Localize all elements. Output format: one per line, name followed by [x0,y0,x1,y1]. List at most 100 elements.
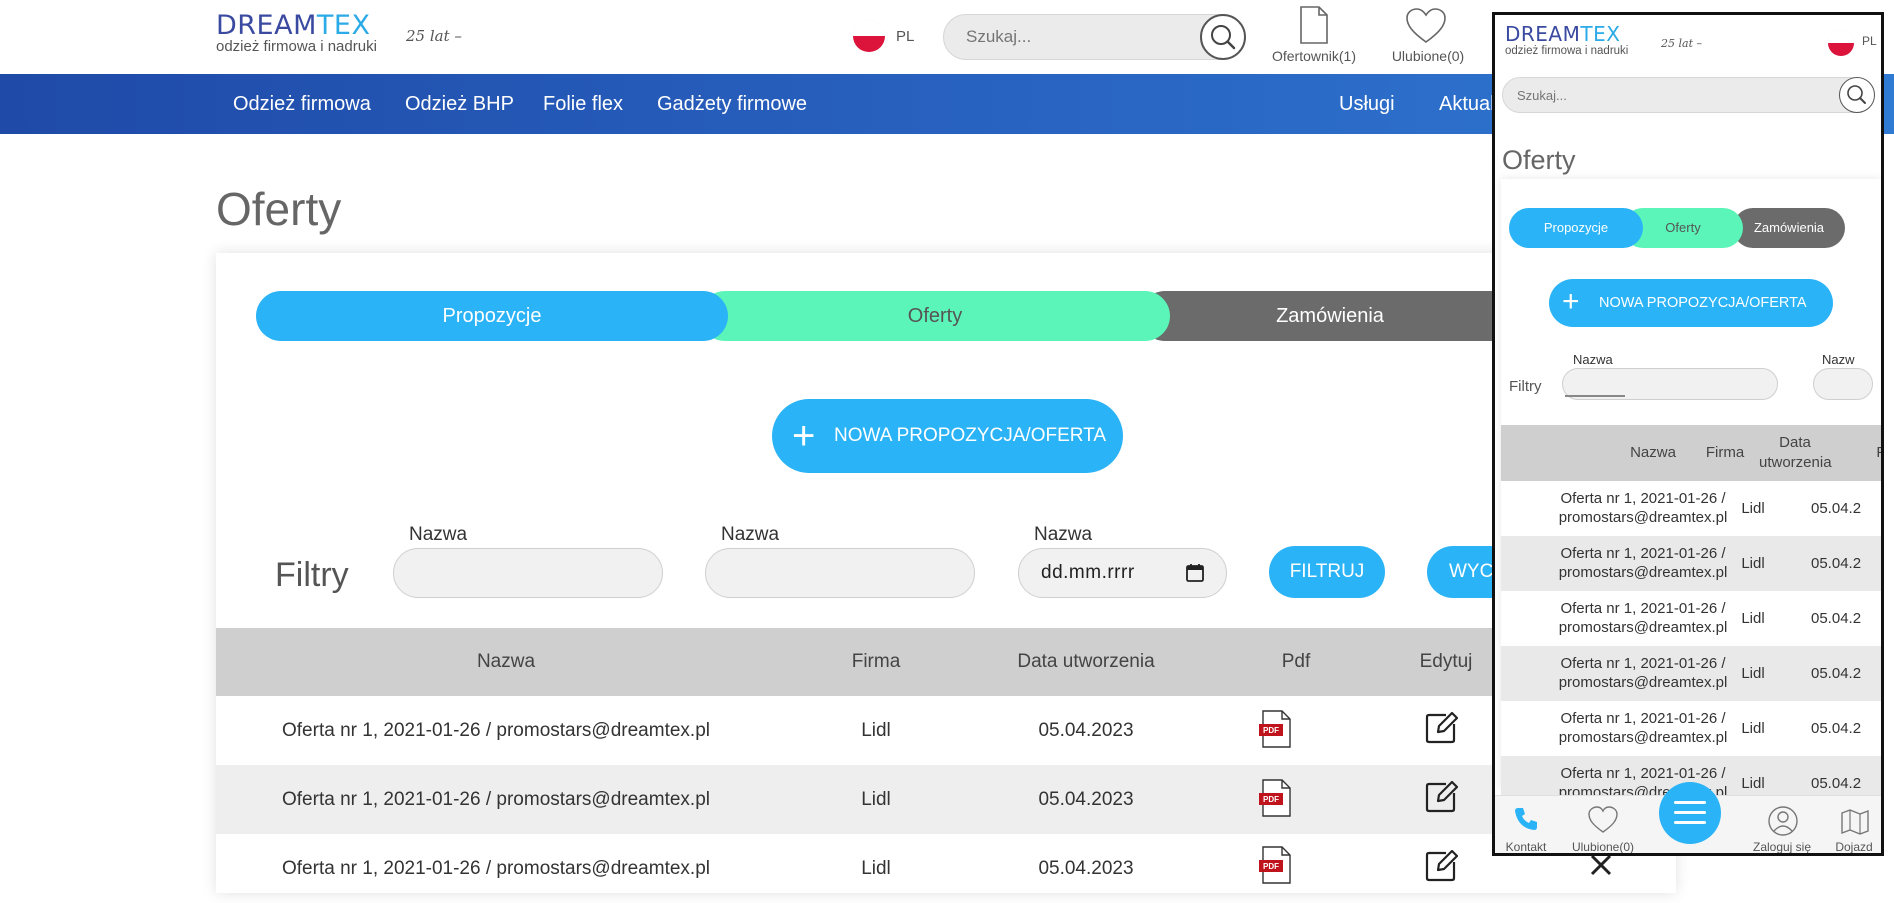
filter-button[interactable]: FILTRUJ [1269,546,1385,598]
col-header-name[interactable]: Nazwa [216,628,796,696]
mobile-row-company: Lidl [1741,775,1765,792]
logo-text-tex: TEX [316,10,371,41]
svg-text:PDF: PDF [1263,726,1279,735]
mobile-contact-link[interactable]: Kontakt [1499,800,1553,853]
tab-offers[interactable]: Oferty [700,291,1170,341]
flag-pl-icon[interactable] [853,20,885,52]
user-icon [1768,806,1798,836]
mobile-row-company: Lidl [1741,500,1765,517]
mobile-col-header-date[interactable]: Data utworzenia [1759,433,1832,473]
mobile-language-label[interactable]: PL [1862,34,1877,48]
svg-text:PDF: PDF [1263,795,1279,804]
mobile-search-box[interactable] [1502,77,1872,113]
mobile-login-label: Zaloguj się [1752,840,1812,854]
offer-list-link[interactable] [1295,4,1331,51]
calendar-icon[interactable] [1185,563,1205,583]
mobile-directions-link[interactable]: Dojazd [1827,800,1881,853]
mobile-col-header-pdf: F [1871,444,1881,461]
mobile-filter-second-input[interactable] [1813,368,1873,400]
mobile-favorites-label: Ulubione(0) [1571,840,1635,854]
nav-item-workwear[interactable]: Odzież firmowa [233,74,371,134]
filter-company-input[interactable] [705,548,975,598]
mobile-row-company: Lidl [1741,610,1765,627]
mobile-table-row: Oferta nr 1, 2021-01-26 / promostars@dre… [1501,701,1881,756]
logo-years: 25 lat – [406,27,462,45]
nav-item-services[interactable]: Usługi [1339,74,1395,134]
mobile-search-input[interactable] [1517,78,1871,112]
mobile-preview: DREAMTEX odzież firmowa i nadruki 25 lat… [1492,12,1884,856]
mobile-row-date: 05.04.2 [1811,555,1862,572]
tab-proposals[interactable]: Propozycje [256,291,728,341]
filter-name-label-3: Nazwa [1034,524,1093,545]
tab-orders[interactable]: Zamówienia [1140,291,1520,341]
mobile-filter-label-2: Nazw [1822,352,1855,367]
filters-heading: Filtry [275,556,349,594]
mobile-menu-button[interactable] [1659,782,1721,844]
filter-name-label-2: Nazwa [721,524,780,545]
search-button[interactable] [1200,14,1246,60]
mobile-search-button[interactable] [1839,77,1875,113]
mobile-heart-icon [1588,806,1618,833]
filter-name-input[interactable] [393,548,663,598]
row-company: Lidl [861,789,891,810]
edit-icon[interactable] [1424,780,1458,814]
mobile-filter-label-1: Nazwa [1573,352,1613,367]
mobile-logo-tagline: odzież firmowa i nadruki [1505,45,1629,57]
row-company: Lidl [861,858,891,879]
mobile-table-row: Oferta nr 1, 2021-01-26 / promostars@dre… [1501,591,1881,646]
mobile-page-title: Oferty [1502,145,1576,175]
logo-tagline: odzież firmowa i nadruki [216,38,377,55]
edit-icon[interactable] [1424,849,1458,883]
mobile-filters-heading: Filtry [1509,378,1542,395]
mobile-table-row: Oferta nr 1, 2021-01-26 / promostars@dre… [1501,481,1881,536]
col-header-company[interactable]: Firma [826,628,926,696]
svg-text:PDF: PDF [1263,862,1279,871]
favorites-link[interactable] [1404,6,1448,51]
plus-icon: + [792,414,816,458]
favorites-label[interactable]: Ulubione(0) [1382,48,1474,64]
mobile-row-name: Oferta nr 1, 2021-01-26 / promostars@dre… [1558,710,1728,746]
offer-list-label[interactable]: Ofertownik(1) [1266,48,1362,64]
row-name: Oferta nr 1, 2021-01-26 / promostars@dre… [282,789,710,810]
mobile-new-offer-button[interactable]: + NOWA PROPOZYCJA/OFERTA [1549,279,1833,327]
mobile-search-icon [1847,85,1866,104]
new-offer-label: NOWA PROPOZYCJA/OFERTA [834,425,1107,446]
new-offer-button[interactable]: + NOWA PROPOZYCJA/OFERTA [772,399,1123,473]
nav-item-flex-foil[interactable]: Folie flex [543,74,623,134]
language-label[interactable]: PL [896,28,914,45]
search-icon [1211,25,1236,50]
pdf-icon[interactable]: PDF [1259,779,1293,817]
pdf-icon[interactable]: PDF [1259,846,1293,884]
nav-item-gadgets[interactable]: Gadżety firmowe [657,74,807,134]
row-company: Lidl [861,720,891,741]
mobile-login-link[interactable]: Zaloguj się [1747,800,1817,854]
mobile-favorites-link[interactable]: Ulubione(0) [1565,800,1641,854]
map-icon [1841,809,1869,835]
pdf-icon[interactable]: PDF [1259,710,1293,748]
mobile-logo-years: 25 lat – [1661,37,1702,50]
mobile-table-header: Nazwa Firma Data utworzenia F [1501,425,1881,481]
mobile-tab-orders[interactable]: Zamówienia [1733,208,1845,248]
mobile-col-header-name[interactable]: Nazwa [1613,444,1693,461]
mobile-tab-proposals[interactable]: Propozycje [1509,208,1643,248]
mobile-flag-pl-icon[interactable] [1828,30,1854,56]
edit-icon[interactable] [1424,711,1458,745]
nav-item-bhp[interactable]: Odzież BHP [405,74,514,134]
mobile-table-row: Oferta nr 1, 2021-01-26 / promostars@dre… [1501,536,1881,591]
mobile-row-name: Oferta nr 1, 2021-01-26 / promostars@dre… [1558,490,1728,526]
document-icon [1300,6,1328,44]
filter-date-input[interactable]: dd.mm.rrrr [1018,548,1227,598]
mobile-filter-scrollbar[interactable] [1565,395,1625,397]
mobile-logo-dream: DREAM [1505,22,1581,46]
heart-icon [1406,8,1446,43]
page-title: Oferty [216,183,342,235]
mobile-row-name: Oferta nr 1, 2021-01-26 / promostars@dre… [1558,655,1728,691]
mobile-new-offer-label: NOWA PROPOZYCJA/OFERTA [1599,295,1807,311]
row-date: 05.04.2023 [1038,720,1134,741]
mobile-col-header-company[interactable]: Firma [1700,444,1750,461]
col-header-date[interactable]: Data utworzenia [996,628,1176,696]
mobile-row-name: Oferta nr 1, 2021-01-26 / promostars@dre… [1558,600,1728,636]
search-box[interactable] [943,14,1244,60]
nav-item-news[interactable]: Aktual [1439,74,1495,134]
mobile-row-date: 05.04.2 [1811,500,1862,517]
